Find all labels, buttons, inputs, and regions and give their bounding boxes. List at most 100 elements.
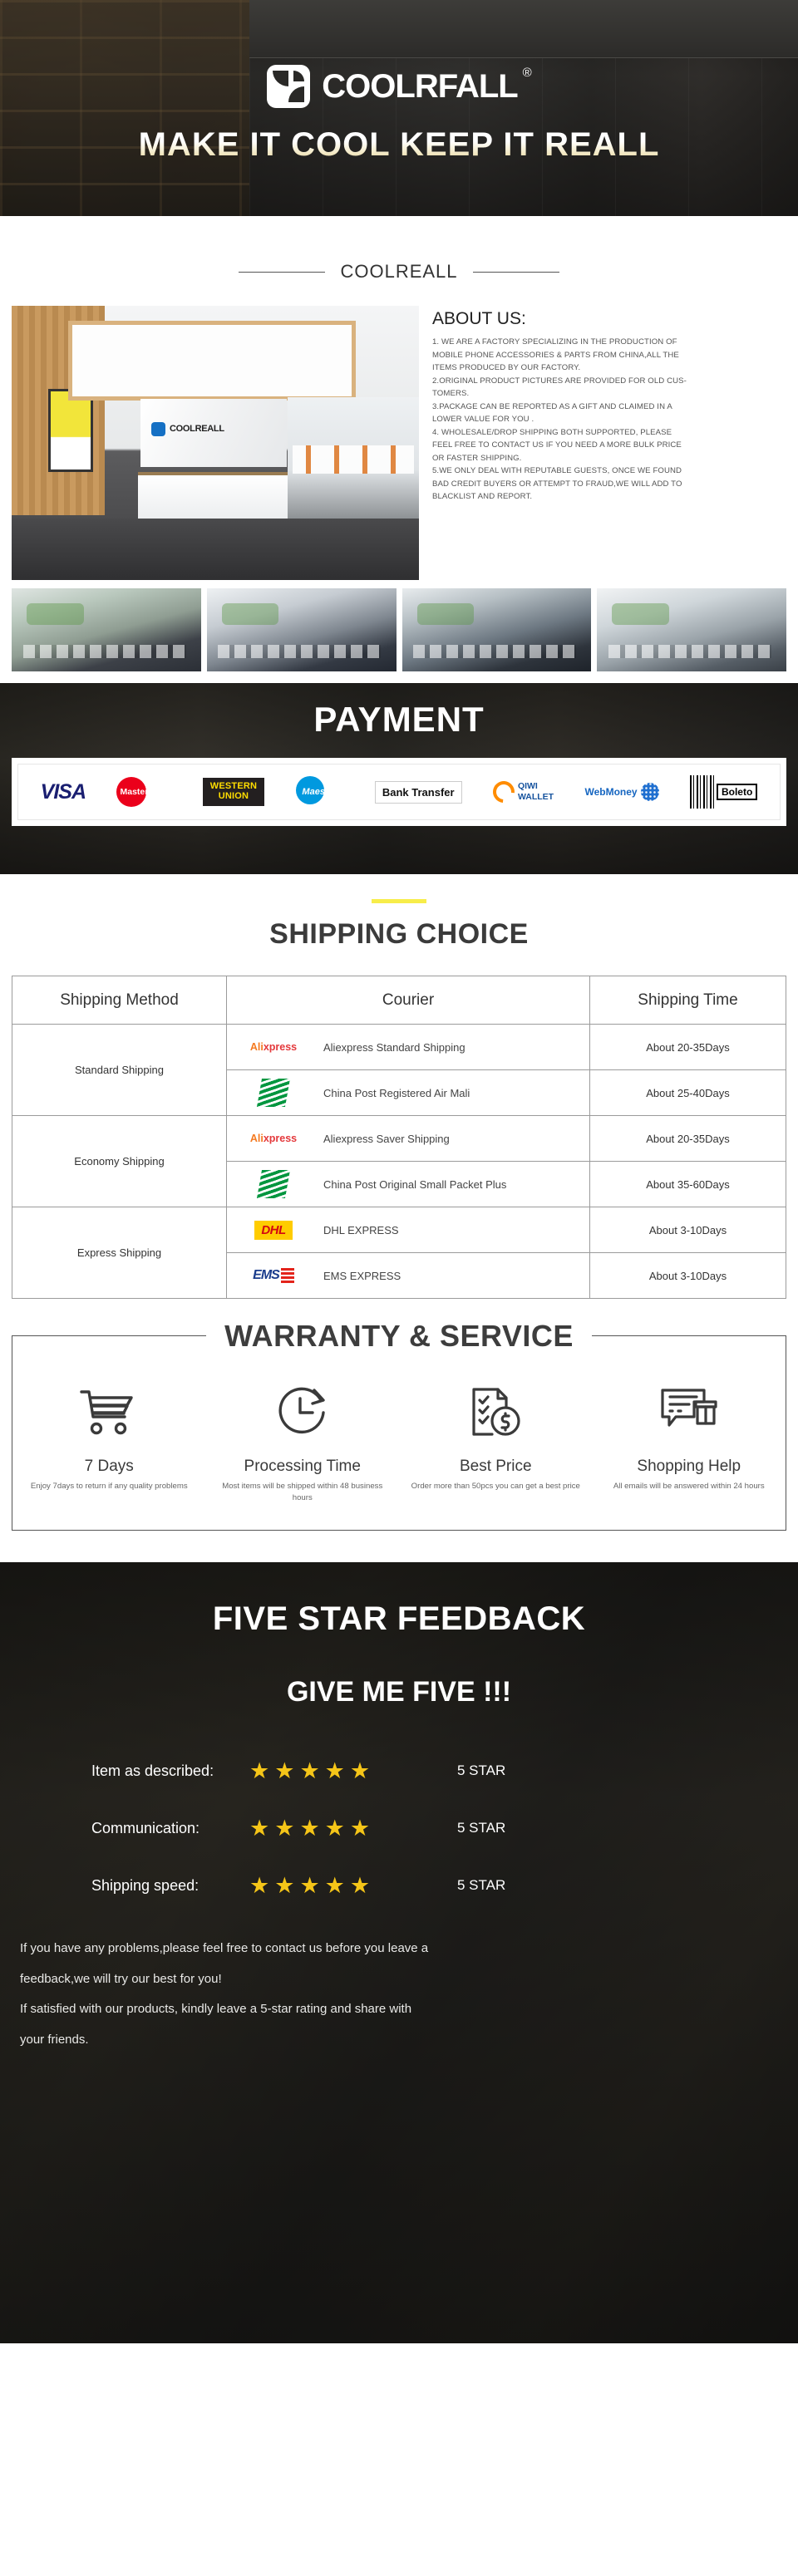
feedback-note-line: If satisfied with our products, kindly l…	[20, 2002, 412, 2017]
cell-time: About 25-40Days	[589, 1069, 786, 1116]
cell-method: Standard Shipping	[12, 1024, 227, 1116]
divider-line-right	[472, 271, 559, 273]
barcode-icon	[689, 775, 715, 809]
cell-time: About 20-35Days	[589, 1024, 786, 1070]
webmoney-logo: WebMoney	[584, 773, 659, 811]
clock-icon	[213, 1379, 393, 1444]
maestro-logo: Maestro	[295, 773, 344, 811]
aliexpress-suffix: xpress	[263, 1133, 298, 1144]
rating-value: 5 STAR	[457, 1820, 506, 1836]
star-icon: ★	[274, 1872, 295, 1898]
cell-courier: EMS EMS EXPRESS	[226, 1252, 590, 1299]
qiwi-q-icon	[488, 776, 520, 808]
ems-logo: EMS	[235, 1260, 312, 1291]
cell-method: Economy Shipping	[12, 1115, 227, 1207]
photo-reception-desk-decor	[138, 472, 296, 519]
coolreall-logo-icon	[267, 64, 311, 108]
mastercard-logo-text: MasterCard	[120, 787, 169, 797]
rating-label: Communication:	[91, 1819, 200, 1836]
office-reception-photo: COOLREALL	[12, 306, 419, 580]
courier-name: Aliexpress Standard Shipping	[323, 1040, 466, 1054]
about-section: COOLREALL COOLREALL ABOUT US: 1. WE ARE …	[0, 216, 798, 683]
rating-value: 5 STAR	[457, 1877, 506, 1894]
rating-row: Shipping speed: ★ ★ ★ ★ ★ 5 STAR	[91, 1872, 798, 1898]
shipping-accent-bar	[372, 899, 426, 903]
about-point-line: ITEMS PRODUCED BY OUR FACTORY.	[432, 363, 581, 373]
courier-name: Aliexpress Saver Shipping	[323, 1132, 450, 1145]
rating-label: Shipping speed:	[91, 1876, 200, 1894]
bank-transfer-logo: Bank Transfer	[374, 773, 462, 811]
about-point-line: OR FASTER SHIPPING.	[432, 453, 522, 463]
about-us-points: 1. WE ARE A FACTORY SPECIALIZING IN THE …	[432, 336, 786, 504]
star-icon: ★	[299, 1872, 320, 1898]
about-point-line: 4. WHOLESALE/DROP SHIPPING BOTH SUPPORTE…	[432, 427, 672, 437]
aliexpress-logo: Alixpress	[235, 1123, 312, 1154]
cell-time: About 20-35Days	[589, 1115, 786, 1162]
brand-logo: COOLRFALL ®	[267, 64, 532, 108]
table-row: Economy Shipping Alixpress Aliexpress Sa…	[12, 1115, 786, 1207]
photo-workstations-decor	[293, 445, 414, 474]
courier-name: DHL EXPRESS	[323, 1223, 399, 1236]
maestro-logo-text: Maestro	[302, 787, 337, 797]
warranty-desc: Most items will be shipped within 48 bus…	[222, 1482, 383, 1503]
feedback-note: If you have any problems,please feel fre…	[20, 1934, 778, 2056]
photo-wall-logo-icon	[151, 422, 165, 436]
about-point-line: 1. WE ARE A FACTORY SPECIALIZING IN THE …	[432, 337, 677, 347]
feedback-note-line: feedback,we will try our best for you!	[20, 1971, 222, 1986]
rating-label: Item as described:	[91, 1762, 214, 1779]
about-point-line: TOMERS.	[432, 389, 470, 399]
cell-time: About 35-60Days	[589, 1161, 786, 1207]
rating-stars: ★ ★ ★ ★ ★	[249, 1872, 457, 1898]
brand-wordmark: COOLRFALL ®	[322, 66, 531, 105]
aliexpress-logo: Alixpress	[235, 1031, 312, 1063]
cell-courier: Alixpress Aliexpress Standard Shipping	[226, 1024, 590, 1070]
warranty-heading: Best Price	[459, 1458, 532, 1475]
warranty-desc: Order more than 50pcs you can get a best…	[411, 1482, 580, 1491]
warranty-heading: 7 Days	[84, 1458, 134, 1475]
dhl-logo: DHL	[235, 1214, 312, 1246]
star-icon: ★	[349, 1872, 371, 1898]
cell-courier: DHL DHL EXPRESS	[226, 1207, 590, 1253]
brand-divider: COOLREALL	[0, 261, 798, 283]
bank-transfer-text: Bank Transfer	[374, 780, 462, 804]
about-point-line: LOWER VALUE FOR YOU .	[432, 415, 534, 425]
brand-wordmark-text: COOLRFALL	[322, 67, 518, 105]
gallery-photo	[206, 588, 397, 671]
courier-name: China Post Original Small Packet Plus	[323, 1177, 507, 1191]
star-icon: ★	[249, 1815, 270, 1841]
hero-tagline: MAKE IT COOL KEEP IT REALL	[138, 125, 660, 163]
qiwi-line1: QIWI	[517, 781, 538, 792]
table-header-row: Shipping Method Courier Shipping Time	[12, 976, 786, 1025]
shipping-table: Shipping Method Courier Shipping Time St…	[12, 976, 786, 1299]
shipping-title: SHIPPING CHOICE	[269, 918, 529, 950]
star-icon: ★	[299, 1815, 320, 1841]
feedback-subheading: GIVE ME FIVE !!!	[286, 1675, 512, 1708]
warranty-section: WARRANTY & SERVICE 7 Days Enjoy 7days to…	[12, 1319, 786, 1531]
gallery-photo	[597, 588, 786, 671]
star-icon: ★	[324, 1757, 345, 1783]
star-icon: ★	[349, 1815, 371, 1841]
rating-stars: ★ ★ ★ ★ ★	[249, 1815, 457, 1841]
webmoney-globe-icon	[640, 783, 659, 801]
mastercard-logo: MasterCard	[116, 773, 171, 811]
star-icon: ★	[274, 1757, 295, 1783]
warranty-desc: Enjoy 7days to return if any quality pro…	[30, 1482, 188, 1491]
photo-artwork-decor	[48, 389, 93, 472]
header-shipping-method: Shipping Method	[12, 976, 227, 1025]
divider-line-left	[239, 271, 326, 273]
feedback-note-line: your friends.	[20, 2033, 89, 2048]
star-icon: ★	[249, 1757, 270, 1783]
star-icon: ★	[249, 1872, 270, 1898]
cell-courier: China Post Original Small Packet Plus	[226, 1161, 590, 1207]
feedback-section: FIVE STAR FEEDBACK GIVE ME FIVE !!! Item…	[0, 1561, 798, 2343]
cell-courier: China Post Registered Air Mali	[226, 1069, 590, 1116]
feedback-note-line: If you have any problems,please feel fre…	[20, 1940, 429, 1955]
feedback-heading: FIVE STAR FEEDBACK	[212, 1600, 586, 1637]
gallery-photo	[12, 588, 201, 671]
star-icon: ★	[324, 1872, 345, 1898]
cell-courier: Alixpress Aliexpress Saver Shipping	[226, 1115, 590, 1162]
header-shipping-time: Shipping Time	[589, 976, 786, 1025]
shipping-section: SHIPPING CHOICE Shipping Method Courier …	[0, 874, 798, 1299]
shopping-cart-icon	[19, 1379, 200, 1444]
warranty-item: 7 Days Enjoy 7days to return if any qual…	[12, 1379, 206, 1505]
